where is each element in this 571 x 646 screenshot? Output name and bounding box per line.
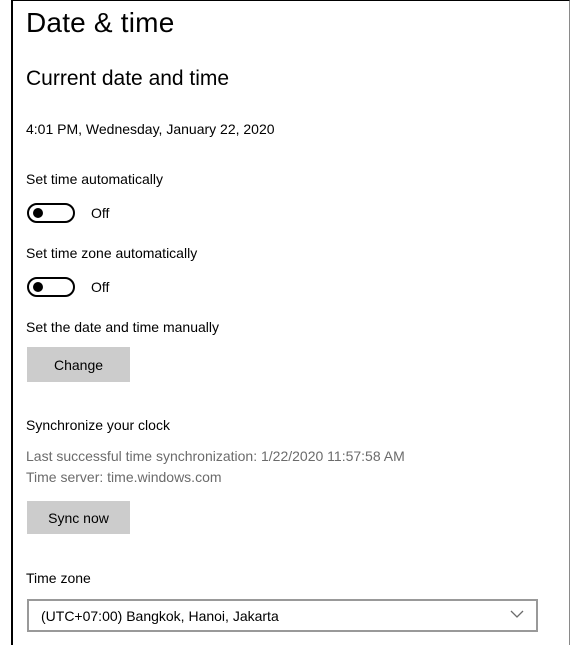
set-timezone-auto-label: Set time zone automatically — [26, 245, 198, 261]
set-time-auto-state: Off — [91, 205, 110, 221]
settings-panel: Date & time Current date and time 4:01 P… — [11, 0, 570, 645]
section-heading-current: Current date and time — [26, 67, 230, 90]
set-timezone-auto-state: Off — [91, 279, 110, 295]
set-timezone-auto-toggle[interactable] — [27, 277, 75, 297]
time-server-text: Time server: time.windows.com — [26, 469, 222, 485]
manual-datetime-label: Set the date and time manually — [26, 319, 220, 335]
timezone-selected-value: (UTC+07:00) Bangkok, Hanoi, Jakarta — [41, 608, 279, 624]
sync-clock-label: Synchronize your clock — [26, 417, 170, 433]
change-button[interactable]: Change — [27, 347, 130, 382]
toggle-knob — [33, 208, 43, 218]
page-title: Date & time — [26, 7, 175, 38]
set-time-auto-label: Set time automatically — [26, 171, 163, 187]
toggle-knob — [33, 282, 43, 292]
current-datetime: 4:01 PM, Wednesday, January 22, 2020 — [26, 121, 275, 137]
timezone-select[interactable]: (UTC+07:00) Bangkok, Hanoi, Jakarta — [27, 599, 538, 632]
sync-now-button[interactable]: Sync now — [27, 501, 130, 534]
chevron-down-icon — [510, 610, 524, 618]
last-sync-text: Last successful time synchronization: 1/… — [26, 448, 405, 464]
timezone-label: Time zone — [26, 570, 91, 586]
set-time-auto-toggle[interactable] — [27, 203, 75, 223]
